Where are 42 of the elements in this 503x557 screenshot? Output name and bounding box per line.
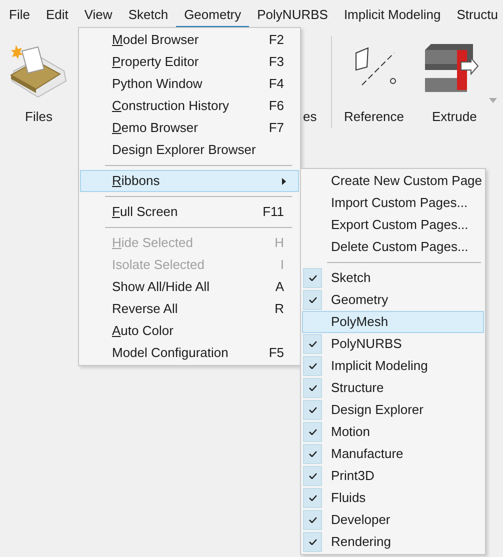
menu-item[interactable]: Delete Custom Pages... bbox=[301, 236, 485, 258]
menu-item[interactable]: Developer bbox=[302, 509, 484, 531]
menu-item[interactable]: Rendering bbox=[302, 531, 484, 553]
menu-item[interactable]: Design Explorer Browser bbox=[80, 139, 299, 161]
menu-bar-item[interactable]: Structu bbox=[448, 0, 503, 28]
menu-item[interactable]: Export Custom Pages... bbox=[301, 214, 485, 236]
menu-item[interactable]: Auto Color bbox=[80, 320, 299, 342]
tool-label: es bbox=[303, 108, 317, 126]
menu-item[interactable]: Structure bbox=[302, 377, 484, 399]
tool-label: Files bbox=[25, 108, 52, 126]
submenu-arrow-icon bbox=[282, 178, 286, 184]
tool-label: Extrude bbox=[432, 108, 477, 126]
menu-item[interactable]: Construction History F6 bbox=[80, 95, 299, 117]
menu-item[interactable]: Show All/Hide All A bbox=[80, 276, 299, 298]
menu-item[interactable]: Fluids bbox=[302, 487, 484, 509]
menu-bar-item[interactable]: View bbox=[76, 0, 120, 28]
menu-item[interactable]: Demo Browser F7 bbox=[80, 117, 299, 139]
menu-item[interactable]: Print3D bbox=[302, 465, 484, 487]
menu-bar-item[interactable]: Implicit Modeling bbox=[336, 0, 449, 28]
menu-item[interactable]: PolyMesh bbox=[302, 311, 484, 333]
menu-bar-item[interactable]: Sketch bbox=[120, 0, 176, 28]
menu-item[interactable]: PolyNURBS bbox=[302, 333, 484, 355]
menu-item[interactable]: Property Editor F3 bbox=[80, 51, 299, 73]
menu-item[interactable]: Sketch bbox=[302, 267, 484, 289]
menu-item[interactable]: Implicit Modeling bbox=[302, 355, 484, 377]
menu-item[interactable]: Import Custom Pages... bbox=[301, 192, 485, 214]
menu-item[interactable]: Model Configuration F5 bbox=[80, 342, 299, 364]
menu-item[interactable]: Ribbons bbox=[80, 170, 299, 192]
menu-item[interactable]: Manufacture bbox=[302, 443, 484, 465]
menu-item[interactable]: Geometry bbox=[302, 289, 484, 311]
menu-bar-item[interactable]: Edit bbox=[38, 0, 76, 28]
menu-bar-item[interactable]: File bbox=[1, 0, 38, 28]
menu-item[interactable]: Python Window F4 bbox=[80, 73, 299, 95]
menu-item[interactable]: Design Explorer bbox=[302, 399, 484, 421]
extrude-icon[interactable] bbox=[423, 44, 479, 92]
tool-label: Reference bbox=[344, 108, 404, 126]
menu-item[interactable]: Model Browser F2 bbox=[80, 29, 299, 51]
menu-item[interactable]: Motion bbox=[302, 421, 484, 443]
menu-item[interactable]: Create New Custom Page bbox=[301, 170, 485, 192]
menu-item[interactable]: Reverse All R bbox=[80, 298, 299, 320]
menu-bar-item[interactable]: PolyNURBS bbox=[249, 0, 336, 28]
menu-item[interactable]: Full Screen F11 bbox=[80, 201, 299, 223]
